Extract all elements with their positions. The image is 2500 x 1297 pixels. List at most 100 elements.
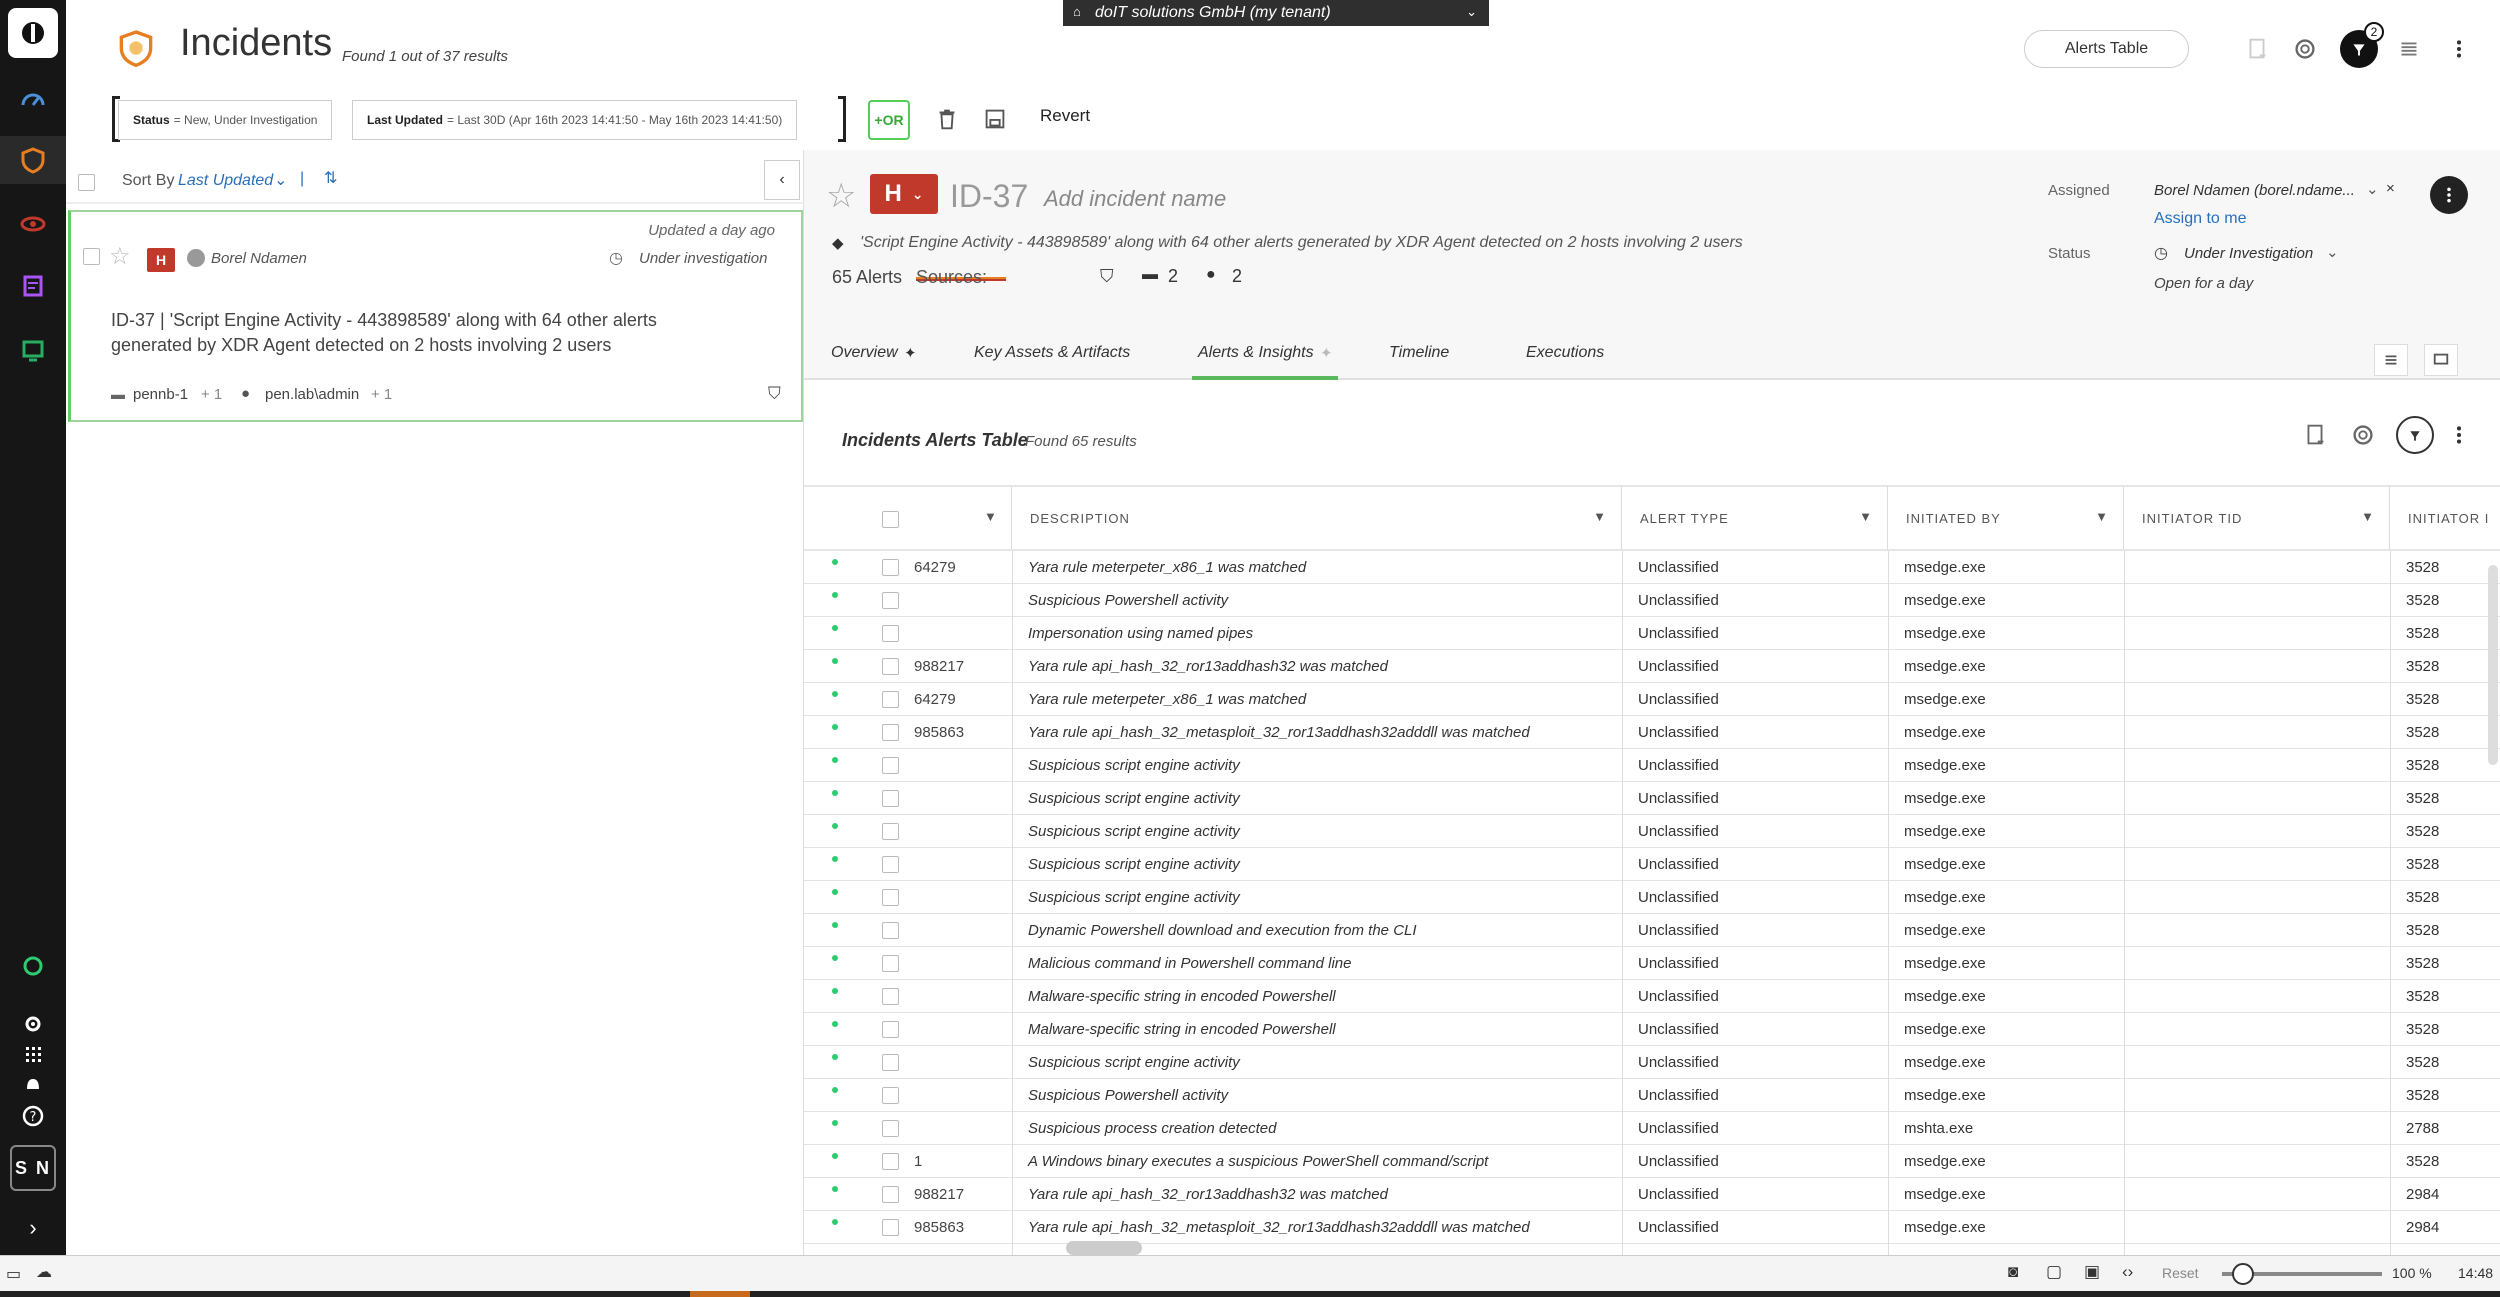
list-view-icon[interactable] [2390, 30, 2428, 68]
status-dropdown[interactable]: Under Investigation [2184, 245, 2313, 262]
table-row[interactable]: 988217 Yara rule api_hash_32_ror13addhash… [804, 650, 2500, 683]
pin-icon[interactable]: ✦ [904, 344, 917, 362]
incidents-nav-icon[interactable] [0, 136, 66, 184]
revert-button[interactable]: Revert [1040, 106, 1090, 126]
table-row[interactable]: Suspicious script engine activity Unclass… [804, 815, 2500, 848]
export-icon[interactable] [2238, 30, 2276, 68]
zoom-slider-handle[interactable] [2232, 1263, 2254, 1285]
row-checkbox[interactable] [882, 592, 899, 609]
filter-icon[interactable] [2396, 416, 2434, 454]
table-header-initiator-tid[interactable]: INITIATOR TID ▼ [2124, 485, 2390, 551]
user-avatar[interactable]: S N [10, 1145, 56, 1191]
help-icon[interactable]: ? [0, 1092, 66, 1140]
table-row[interactable]: 64279 Yara rule meterpeter_x86_1 was matc… [804, 683, 2500, 716]
row-checkbox[interactable] [882, 1021, 899, 1038]
row-checkbox[interactable] [882, 1054, 899, 1071]
table-row[interactable]: 64279 Yara rule meterpeter_x86_1 was matc… [804, 551, 2500, 584]
trash-icon[interactable] [928, 100, 966, 138]
row-checkbox[interactable] [882, 625, 899, 642]
detail-severity-dropdown[interactable]: H ⌄ [870, 174, 938, 214]
assign-to-me-link[interactable]: Assign to me [2154, 210, 2246, 228]
detail-more-button[interactable] [2430, 176, 2468, 214]
expand-nav-icon[interactable]: › [0, 1204, 66, 1252]
table-header-initiated-by[interactable]: INITIATED BY ▼ [1888, 485, 2124, 551]
filter-icon[interactable]: 2 [2340, 22, 2384, 68]
filter-column-icon[interactable]: ▼ [1593, 509, 1607, 524]
layout-toggle-icon[interactable] [2374, 344, 2408, 376]
investigation-nav-icon[interactable] [0, 262, 66, 310]
updated-filter-chip[interactable]: Last Updated = Last 30D (Apr 16th 2023 1… [352, 100, 798, 140]
incident-checkbox[interactable] [83, 248, 100, 265]
xsoar-nav-icon[interactable] [0, 942, 66, 990]
status-filter-chip[interactable]: Status = New, Under Investigation [118, 100, 333, 140]
table-row[interactable]: Suspicious script engine activity Unclass… [804, 749, 2500, 782]
sort-value-dropdown[interactable]: Last Updated [178, 172, 273, 190]
table-row[interactable]: Impersonation using named pipes Unclassif… [804, 617, 2500, 650]
row-checkbox[interactable] [882, 922, 899, 939]
refresh-icon[interactable] [2344, 416, 2382, 454]
table-row[interactable]: Suspicious Powershell activity Unclassifi… [804, 1079, 2500, 1112]
tab-key-assets[interactable]: Key Assets & Artifacts [974, 344, 1130, 362]
threat-nav-icon[interactable] [0, 200, 66, 248]
table-row[interactable]: Malicious command in Powershell command … [804, 947, 2500, 980]
taskbar-active-app[interactable] [690, 1291, 750, 1297]
collapse-list-button[interactable]: ‹ [764, 160, 800, 200]
table-row[interactable]: Suspicious script engine activity Unclass… [804, 881, 2500, 914]
row-checkbox[interactable] [882, 1120, 899, 1137]
pin-icon[interactable]: ✦ [1320, 344, 1333, 362]
row-checkbox[interactable] [882, 559, 899, 576]
camera-icon[interactable]: ◙ [2008, 1262, 2018, 1282]
zoom-reset-button[interactable]: Reset [2162, 1265, 2199, 1281]
table-row[interactable]: 988217 Yara rule api_hash_32_ror13addhash… [804, 1178, 2500, 1211]
sort-direction-icon[interactable]: ⇅ [324, 168, 337, 188]
incident-name-input[interactable]: Add incident name [1044, 186, 1226, 212]
row-checkbox[interactable] [882, 889, 899, 906]
row-checkbox[interactable] [882, 790, 899, 807]
table-header-alert-type[interactable]: ALERT TYPE ▼ [1622, 485, 1888, 551]
vertical-scrollbar[interactable] [2488, 565, 2498, 765]
cortex-logo[interactable] [8, 8, 58, 58]
cloud-icon[interactable]: ☁ [36, 1262, 52, 1282]
row-checkbox[interactable] [882, 1153, 899, 1170]
tenant-selector[interactable]: ⌂ doIT solutions GmbH (my tenant) ⌄ [1063, 0, 1489, 26]
table-row[interactable]: 985863 Yara rule api_hash_32_metasploit_3… [804, 716, 2500, 749]
horizontal-scrollbar[interactable] [1066, 1241, 1142, 1255]
filter-column-icon[interactable]: ▼ [1859, 509, 1873, 524]
dashboard-icon[interactable] [0, 76, 66, 124]
table-row[interactable]: Suspicious process creation detected Uncl… [804, 1112, 2500, 1145]
row-checkbox[interactable] [882, 856, 899, 873]
table-row[interactable]: Malware-specific string in encoded Power… [804, 980, 2500, 1013]
alerts-count[interactable]: 65 Alerts [832, 267, 902, 288]
row-checkbox[interactable] [882, 955, 899, 972]
row-checkbox[interactable] [882, 658, 899, 675]
star-icon[interactable]: ☆ [826, 176, 856, 216]
tab-executions[interactable]: Executions [1526, 344, 1604, 362]
endpoints-nav-icon[interactable] [0, 326, 66, 374]
table-row[interactable]: Malware-specific string in encoded Power… [804, 1013, 2500, 1046]
filter-column-icon[interactable]: ▼ [2095, 509, 2109, 524]
users-count[interactable]: 2 [1232, 266, 1242, 287]
row-checkbox[interactable] [882, 757, 899, 774]
image-icon[interactable]: ▣ [2084, 1262, 2100, 1282]
row-checkbox[interactable] [882, 823, 899, 840]
table-header-description[interactable]: DESCRIPTION ▼ [1012, 485, 1622, 551]
table-row[interactable]: Suspicious script engine activity Unclass… [804, 848, 2500, 881]
star-icon[interactable]: ☆ [109, 242, 131, 271]
row-checkbox[interactable] [882, 1186, 899, 1203]
filter-column-icon[interactable]: ▼ [2361, 509, 2375, 524]
table-row[interactable]: Suspicious Powershell activity Unclassifi… [804, 584, 2500, 617]
table-row[interactable]: Dynamic Powershell download and executio… [804, 914, 2500, 947]
tab-overview[interactable]: Overview [831, 344, 898, 362]
incident-card[interactable]: Updated a day ago ☆ H Borel Ndamen ◷ Und… [68, 210, 803, 422]
more-vert-icon[interactable] [2440, 30, 2478, 68]
row-checkbox[interactable] [882, 724, 899, 741]
table-header-initiator-pid[interactable]: INITIATOR I [2390, 485, 2500, 551]
table-row[interactable]: 985863 Yara rule api_hash_32_metasploit_3… [804, 1211, 2500, 1244]
row-checkbox[interactable] [882, 988, 899, 1005]
comments-icon[interactable] [2424, 344, 2458, 376]
row-checkbox[interactable] [882, 1219, 899, 1236]
alerts-table-button[interactable]: Alerts Table [2024, 30, 2189, 68]
tab-timeline[interactable]: Timeline [1389, 344, 1449, 362]
code-icon[interactable]: ‹› [2122, 1262, 2133, 1282]
more-vert-icon[interactable] [2440, 416, 2478, 454]
